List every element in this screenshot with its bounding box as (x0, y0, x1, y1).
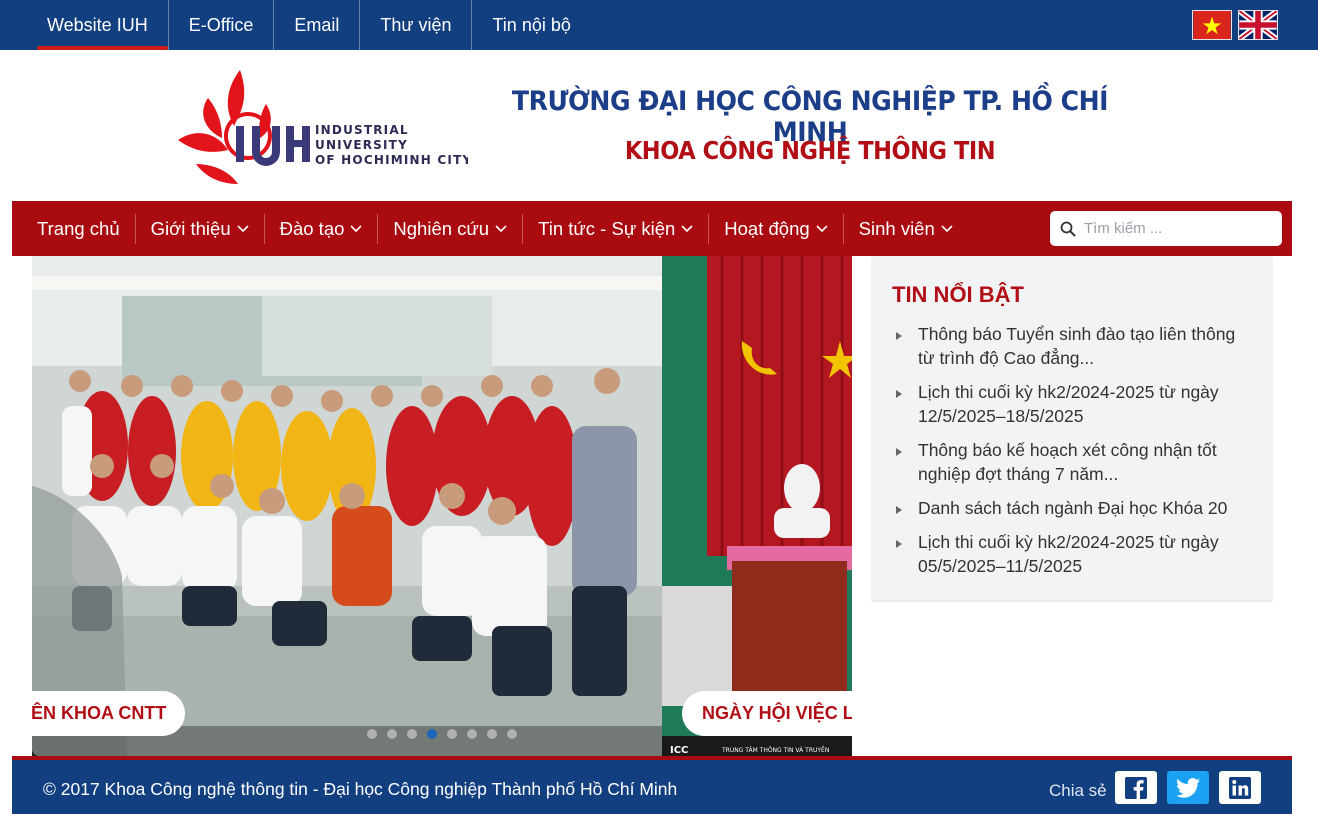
top-link-internal-news[interactable]: Tin nội bộ (471, 0, 590, 50)
share-label: Chia sẻ (1049, 781, 1107, 800)
nav-item-students[interactable]: Sinh viên (842, 213, 968, 244)
featured-news-panel: TIN NỔI BẬT Thông báo Tuyển sinh đào tạo… (872, 256, 1272, 600)
top-link-email[interactable]: Email (273, 0, 359, 50)
linkedin-share-button[interactable] (1219, 771, 1261, 804)
top-bar: Website IUH E-Office Email Thư viện Tin … (0, 0, 1318, 50)
news-item[interactable]: Lịch thi cuối kỳ hk2/2024-2025 từ ngày 1… (894, 380, 1254, 428)
nav-item-about[interactable]: Giới thiệu (134, 213, 264, 244)
news-item[interactable]: Danh sách tách ngành Đại học Khóa 20 (894, 496, 1254, 520)
slide-sign-text: TRUNG TÂM THÔNG TIN VÀ TRUYỀN (721, 746, 829, 754)
nav-item-label: Nghiên cứu (393, 217, 490, 239)
featured-news-list: Thông báo Tuyển sinh đào tạo liên thông … (894, 322, 1254, 588)
image-slider[interactable]: ICC TRUNG TÂM THÔNG TIN VÀ TRUYỀN IÊN KH… (32, 256, 852, 756)
nav-item-home[interactable]: Trang chủ (22, 214, 135, 244)
chevron-down-icon (237, 224, 249, 232)
nav-item-label: Đào tạo (279, 217, 345, 239)
chevron-down-icon (816, 224, 828, 232)
top-link-library[interactable]: Thư viện (359, 0, 471, 50)
slide-caption-text: NGÀY HỘI VIỆC LÀ (702, 703, 852, 723)
news-item[interactable]: Thông báo Tuyển sinh đào tạo liên thông … (894, 322, 1254, 370)
top-link-website-iuh[interactable]: Website IUH (20, 0, 168, 50)
facebook-share-button[interactable] (1115, 771, 1157, 804)
site-header: INDUSTRIAL UNIVERSITY OF HOCHIMINH CITY … (0, 50, 1318, 201)
chevron-down-icon (350, 224, 362, 232)
svg-text:UNIVERSITY: UNIVERSITY (315, 138, 408, 152)
slide-image-stage[interactable]: ICC TRUNG TÂM THÔNG TIN VÀ TRUYỀN (662, 256, 852, 756)
iuh-logo[interactable]: INDUSTRIAL UNIVERSITY OF HOCHIMINH CITY (178, 68, 468, 184)
main-nav: Trang chủ Giới thiệu Đào tạo Nghiên cứu … (12, 201, 1292, 256)
facebook-icon (1125, 776, 1147, 799)
svg-text:ICC: ICC (670, 745, 688, 756)
slider-dot[interactable] (387, 729, 397, 739)
site-footer: © 2017 Khoa Công nghệ thông tin - Đại họ… (12, 756, 1292, 814)
chevron-down-icon (941, 224, 953, 232)
nav-item-activities[interactable]: Hoạt động (708, 213, 842, 244)
language-switcher (1192, 10, 1278, 40)
uk-flag-icon[interactable] (1238, 10, 1278, 40)
slider-dot[interactable] (507, 729, 517, 739)
search-box (1050, 211, 1282, 246)
slider-dot[interactable] (447, 729, 457, 739)
faculty-title: KHOA CÔNG NGHỆ THÔNG TIN (624, 136, 996, 165)
nav-item-label: Sinh viên (858, 217, 935, 239)
featured-news-title: TIN NỔI BẬT (892, 282, 1024, 307)
twitter-icon (1176, 777, 1200, 798)
slider-dot[interactable] (487, 729, 497, 739)
svg-text:INDUSTRIAL: INDUSTRIAL (315, 123, 409, 137)
twitter-share-button[interactable] (1167, 771, 1209, 804)
nav-item-label: Tin tức - Sự kiện (538, 217, 676, 239)
nav-item-label: Giới thiệu (150, 217, 231, 239)
linkedin-icon (1229, 776, 1251, 799)
nav-item-research[interactable]: Nghiên cứu (377, 213, 522, 244)
svg-text:OF HOCHIMINH CITY: OF HOCHIMINH CITY (315, 153, 468, 167)
slide-image-group-photo[interactable] (32, 256, 662, 756)
slider-dot[interactable] (367, 729, 377, 739)
news-item[interactable]: Lịch thi cuối kỳ hk2/2024-2025 từ ngày 0… (894, 530, 1254, 578)
slider-dot[interactable] (427, 729, 437, 739)
chevron-down-icon (681, 224, 693, 232)
search-icon[interactable] (1060, 221, 1076, 237)
vietnam-flag-icon[interactable] (1192, 10, 1232, 40)
chevron-down-icon (495, 224, 507, 232)
slider-dot[interactable] (407, 729, 417, 739)
news-item[interactable]: Thông báo kế hoạch xét công nhận tốt ngh… (894, 438, 1254, 486)
top-nav: Website IUH E-Office Email Thư viện Tin … (20, 0, 591, 50)
slider-dot[interactable] (467, 729, 477, 739)
slide-caption-cit[interactable]: IÊN KHOA CNTT (32, 691, 185, 736)
copyright-text: © 2017 Khoa Công nghệ thông tin - Đại họ… (43, 779, 678, 799)
nav-item-label: Trang chủ (37, 217, 120, 239)
nav-item-training[interactable]: Đào tạo (263, 213, 378, 244)
search-input[interactable] (1084, 220, 1274, 237)
nav-item-label: Hoạt động (724, 217, 810, 239)
slider-dots (367, 729, 517, 739)
top-link-eoffice[interactable]: E-Office (167, 0, 274, 50)
slide-caption-text: IÊN KHOA CNTT (32, 703, 167, 723)
nav-item-news-events[interactable]: Tin tức - Sự kiện (522, 213, 708, 244)
slide-caption-job-fair[interactable]: NGÀY HỘI VIỆC LÀ (682, 691, 852, 736)
